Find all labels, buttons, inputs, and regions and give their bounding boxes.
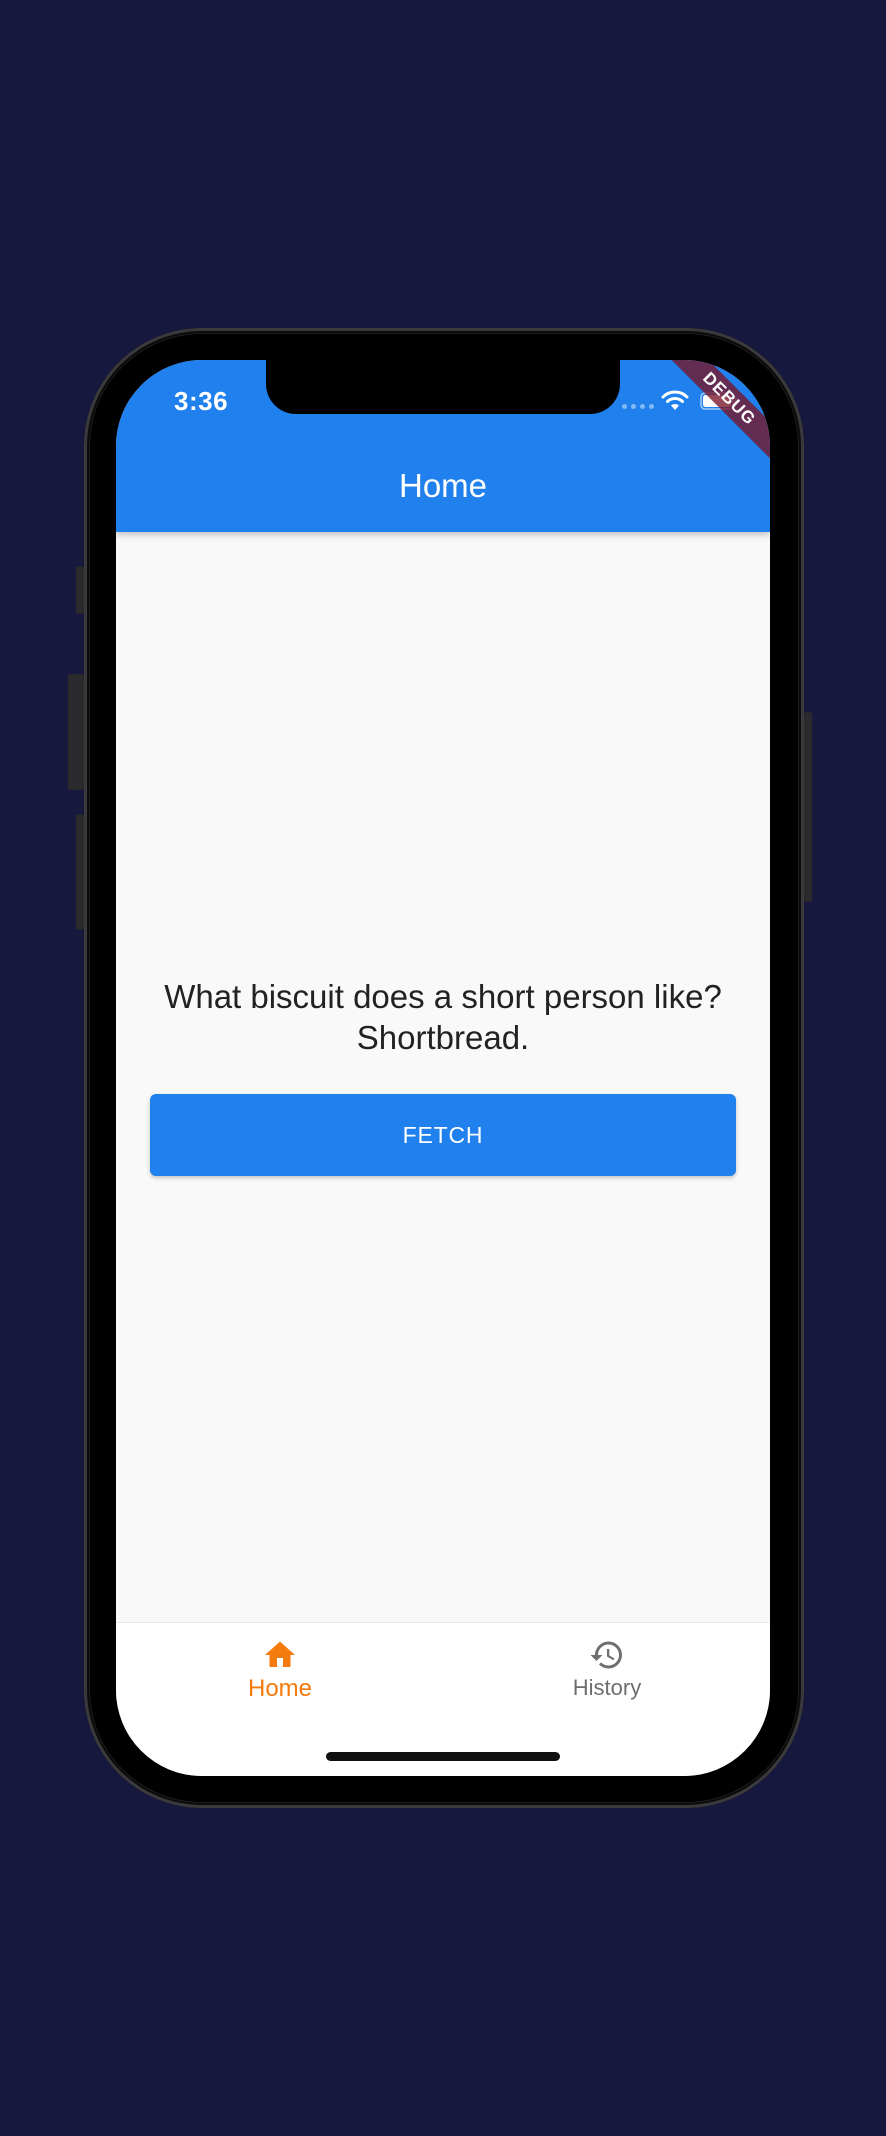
main-content: What biscuit does a short person like? S… [116, 532, 770, 1604]
battery-icon [700, 392, 737, 410]
history-icon [590, 1641, 622, 1669]
page-title: Home [398, 467, 488, 504]
volume-down-button [76, 814, 84, 930]
cellular-signal-icon [622, 404, 654, 409]
mute-switch [76, 566, 84, 614]
wifi-icon [661, 390, 689, 410]
nav-item-home[interactable]: Home [200, 1637, 360, 1713]
fetch-button[interactable]: FETCH [150, 1094, 736, 1176]
nav-item-home-label: Home [247, 1675, 313, 1702]
nav-item-history-label: History [572, 1675, 642, 1700]
phone-screen: 3:36 Home DEBUG What biscuit does a shor… [116, 360, 770, 1776]
nav-item-history[interactable]: History [527, 1637, 687, 1713]
bottom-navigation-bar: Home History [116, 1622, 770, 1776]
notch [266, 360, 620, 414]
power-button [804, 712, 812, 902]
status-time: 3:36 [174, 386, 229, 416]
volume-up-button [68, 674, 84, 790]
home-indicator [326, 1752, 560, 1761]
home-icon [265, 1641, 295, 1667]
app-bar: 3:36 Home [116, 360, 770, 532]
stage: 3:36 Home DEBUG What biscuit does a shor… [0, 0, 886, 2136]
joke-text: What biscuit does a short person like? S… [164, 978, 722, 1056]
